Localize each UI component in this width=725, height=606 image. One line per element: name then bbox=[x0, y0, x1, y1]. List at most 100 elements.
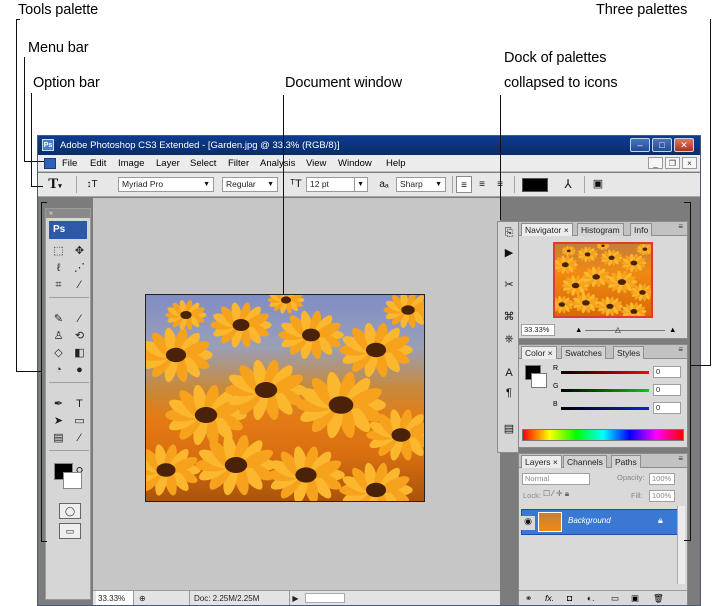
document-window[interactable] bbox=[93, 198, 500, 590]
paragraph-palette-icon[interactable]: ¶ bbox=[501, 386, 517, 400]
eyedropper-tool-icon[interactable]: ⁄ bbox=[70, 430, 89, 447]
palette-grip[interactable]: » bbox=[46, 209, 90, 218]
navigator-preview[interactable] bbox=[550, 241, 655, 321]
r-slider[interactable] bbox=[561, 371, 649, 374]
opacity-field[interactable]: 100% bbox=[649, 473, 675, 485]
eraser-tool-icon[interactable]: ◇ bbox=[49, 345, 68, 362]
menu-help[interactable]: Help bbox=[386, 155, 406, 172]
status-arrow-icon[interactable]: ▶ bbox=[289, 591, 301, 605]
align-left-icon[interactable]: ≡ bbox=[456, 176, 472, 193]
panel-menu-icon[interactable]: ≡ bbox=[678, 222, 683, 231]
tab-histogram[interactable]: Histogram bbox=[577, 223, 624, 236]
crop-tool-icon[interactable]: ⌗ bbox=[49, 277, 68, 294]
tab-layers[interactable]: Layers × bbox=[521, 455, 562, 468]
tab-info[interactable]: Info bbox=[630, 223, 653, 236]
delete-layer-icon[interactable]: 🗑︎ bbox=[653, 591, 664, 605]
history-brush-tool-icon[interactable]: ⟲ bbox=[70, 328, 89, 345]
blur-tool-icon[interactable]: ◔ bbox=[49, 362, 68, 379]
tool-presets-icon[interactable]: ✂ bbox=[501, 278, 517, 292]
tab-styles[interactable]: Styles bbox=[613, 346, 645, 359]
tab-channels[interactable]: Channels bbox=[563, 455, 607, 468]
layer-mask-icon[interactable]: ◘ bbox=[567, 591, 572, 605]
type-tool-icon[interactable]: T bbox=[70, 396, 89, 413]
lasso-tool-icon[interactable]: ℓ bbox=[49, 260, 68, 277]
g-value[interactable]: 0 bbox=[653, 384, 681, 396]
fill-field[interactable]: 100% bbox=[649, 490, 675, 502]
menu-view[interactable]: View bbox=[306, 155, 326, 172]
warp-text-icon[interactable]: ⅄ bbox=[560, 176, 576, 193]
font-size-field[interactable]: 12 pt ▼ bbox=[306, 177, 368, 192]
blend-mode-select[interactable]: Normal bbox=[522, 473, 590, 485]
menu-filter[interactable]: Filter bbox=[228, 155, 249, 172]
history-palette-icon[interactable]: ⎘ bbox=[501, 226, 517, 240]
type-tool-preset-icon[interactable]: T▾ bbox=[44, 176, 66, 193]
font-style-select[interactable]: Regular ▼ bbox=[222, 177, 278, 192]
background-color-swatch[interactable] bbox=[63, 472, 82, 489]
menu-select[interactable]: Select bbox=[190, 155, 216, 172]
actions-palette-icon[interactable]: ▶ bbox=[501, 246, 517, 260]
adjustment-layer-icon[interactable]: ◐. bbox=[587, 591, 595, 605]
marquee-tool-icon[interactable]: ⬚ bbox=[49, 243, 68, 260]
clone-stamp-tool-icon[interactable]: ♙ bbox=[49, 328, 68, 345]
navigator-zoom-field[interactable]: 33.33% bbox=[521, 324, 555, 336]
notes-tool-icon[interactable]: ▤ bbox=[49, 430, 68, 447]
character-palette-icon[interactable]: A bbox=[501, 366, 517, 380]
align-center-icon[interactable]: ≡ bbox=[474, 176, 490, 193]
tab-paths[interactable]: Paths bbox=[611, 455, 641, 468]
move-tool-icon[interactable]: ✥ bbox=[70, 243, 89, 260]
shape-tool-icon[interactable]: ▭ bbox=[70, 413, 89, 430]
maximize-button[interactable]: □ bbox=[652, 138, 672, 152]
new-layer-icon[interactable]: ▣ bbox=[631, 591, 639, 605]
layer-style-icon[interactable]: fx. bbox=[545, 591, 554, 605]
clone-source-icon[interactable]: ⎈ bbox=[501, 332, 517, 346]
b-slider[interactable] bbox=[561, 407, 649, 410]
g-slider[interactable] bbox=[561, 389, 649, 392]
menu-window[interactable]: Window bbox=[338, 155, 372, 172]
layer-comps-icon[interactable]: ▤ bbox=[501, 422, 517, 436]
menu-layer[interactable]: Layer bbox=[156, 155, 180, 172]
tab-navigator[interactable]: Navigator × bbox=[521, 223, 573, 236]
zoom-slider-thumb[interactable]: △ bbox=[615, 324, 621, 336]
status-scroll[interactable] bbox=[305, 593, 345, 603]
zoom-field[interactable]: 33.33% bbox=[96, 591, 134, 605]
color-background-swatch[interactable] bbox=[531, 373, 547, 388]
antialias-select[interactable]: Sharp ▼ bbox=[396, 177, 446, 192]
tab-color[interactable]: Color × bbox=[521, 346, 557, 359]
layer-row-background[interactable]: ◉ Background 🔒︎ bbox=[521, 509, 685, 535]
zoom-in-icon[interactable]: ▲ bbox=[669, 324, 676, 336]
link-layers-icon[interactable]: ⚭ bbox=[525, 591, 532, 605]
text-orientation-icon[interactable]: ↕T bbox=[84, 176, 100, 193]
menu-edit[interactable]: Edit bbox=[90, 155, 106, 172]
dodge-tool-icon[interactable]: ● bbox=[70, 362, 89, 379]
panel-menu-icon[interactable]: ≡ bbox=[678, 454, 683, 463]
panel-menu-icon[interactable]: ≡ bbox=[678, 345, 683, 354]
menu-file[interactable]: File bbox=[62, 155, 77, 172]
menu-analysis[interactable]: Analysis bbox=[260, 155, 295, 172]
b-value[interactable]: 0 bbox=[653, 402, 681, 414]
tab-swatches[interactable]: Swatches bbox=[561, 346, 606, 359]
eye-icon[interactable]: ◉ bbox=[521, 516, 535, 530]
gradient-tool-icon[interactable]: ◧ bbox=[70, 345, 89, 362]
healing-brush-tool-icon[interactable]: ✎ bbox=[49, 311, 68, 328]
layers-scrollbar[interactable] bbox=[677, 506, 685, 584]
close-button[interactable]: ✕ bbox=[674, 138, 694, 152]
minimize-button[interactable]: – bbox=[630, 138, 650, 152]
doc-minimize-button[interactable]: _ bbox=[648, 157, 663, 169]
brushes-palette-icon[interactable]: ⌘ bbox=[501, 310, 517, 324]
menu-image[interactable]: Image bbox=[118, 155, 144, 172]
magic-wand-tool-icon[interactable]: ⋰ bbox=[70, 260, 89, 277]
zoom-out-icon[interactable]: ▲ bbox=[575, 324, 582, 336]
document-icon[interactable] bbox=[44, 158, 56, 169]
pen-tool-icon[interactable]: ✒ bbox=[49, 396, 68, 413]
r-value[interactable]: 0 bbox=[653, 366, 681, 378]
slice-tool-icon[interactable]: ⁄ bbox=[70, 277, 89, 294]
palettes-toggle-icon[interactable]: ▣ bbox=[590, 176, 606, 193]
screen-mode-icon[interactable]: ▭ bbox=[59, 523, 81, 539]
status-info-icon[interactable]: ⊕ bbox=[139, 591, 146, 605]
path-selection-tool-icon[interactable]: ➤ bbox=[49, 413, 68, 430]
brush-tool-icon[interactable]: ⁄ bbox=[70, 311, 89, 328]
lock-icons[interactable]: ☐ ⁄ ✛ 🔒︎ bbox=[543, 489, 569, 499]
new-group-icon[interactable]: ▭ bbox=[611, 591, 619, 605]
doc-close-button[interactable]: × bbox=[682, 157, 697, 169]
quick-mask-icon[interactable]: ◯ bbox=[59, 503, 81, 519]
